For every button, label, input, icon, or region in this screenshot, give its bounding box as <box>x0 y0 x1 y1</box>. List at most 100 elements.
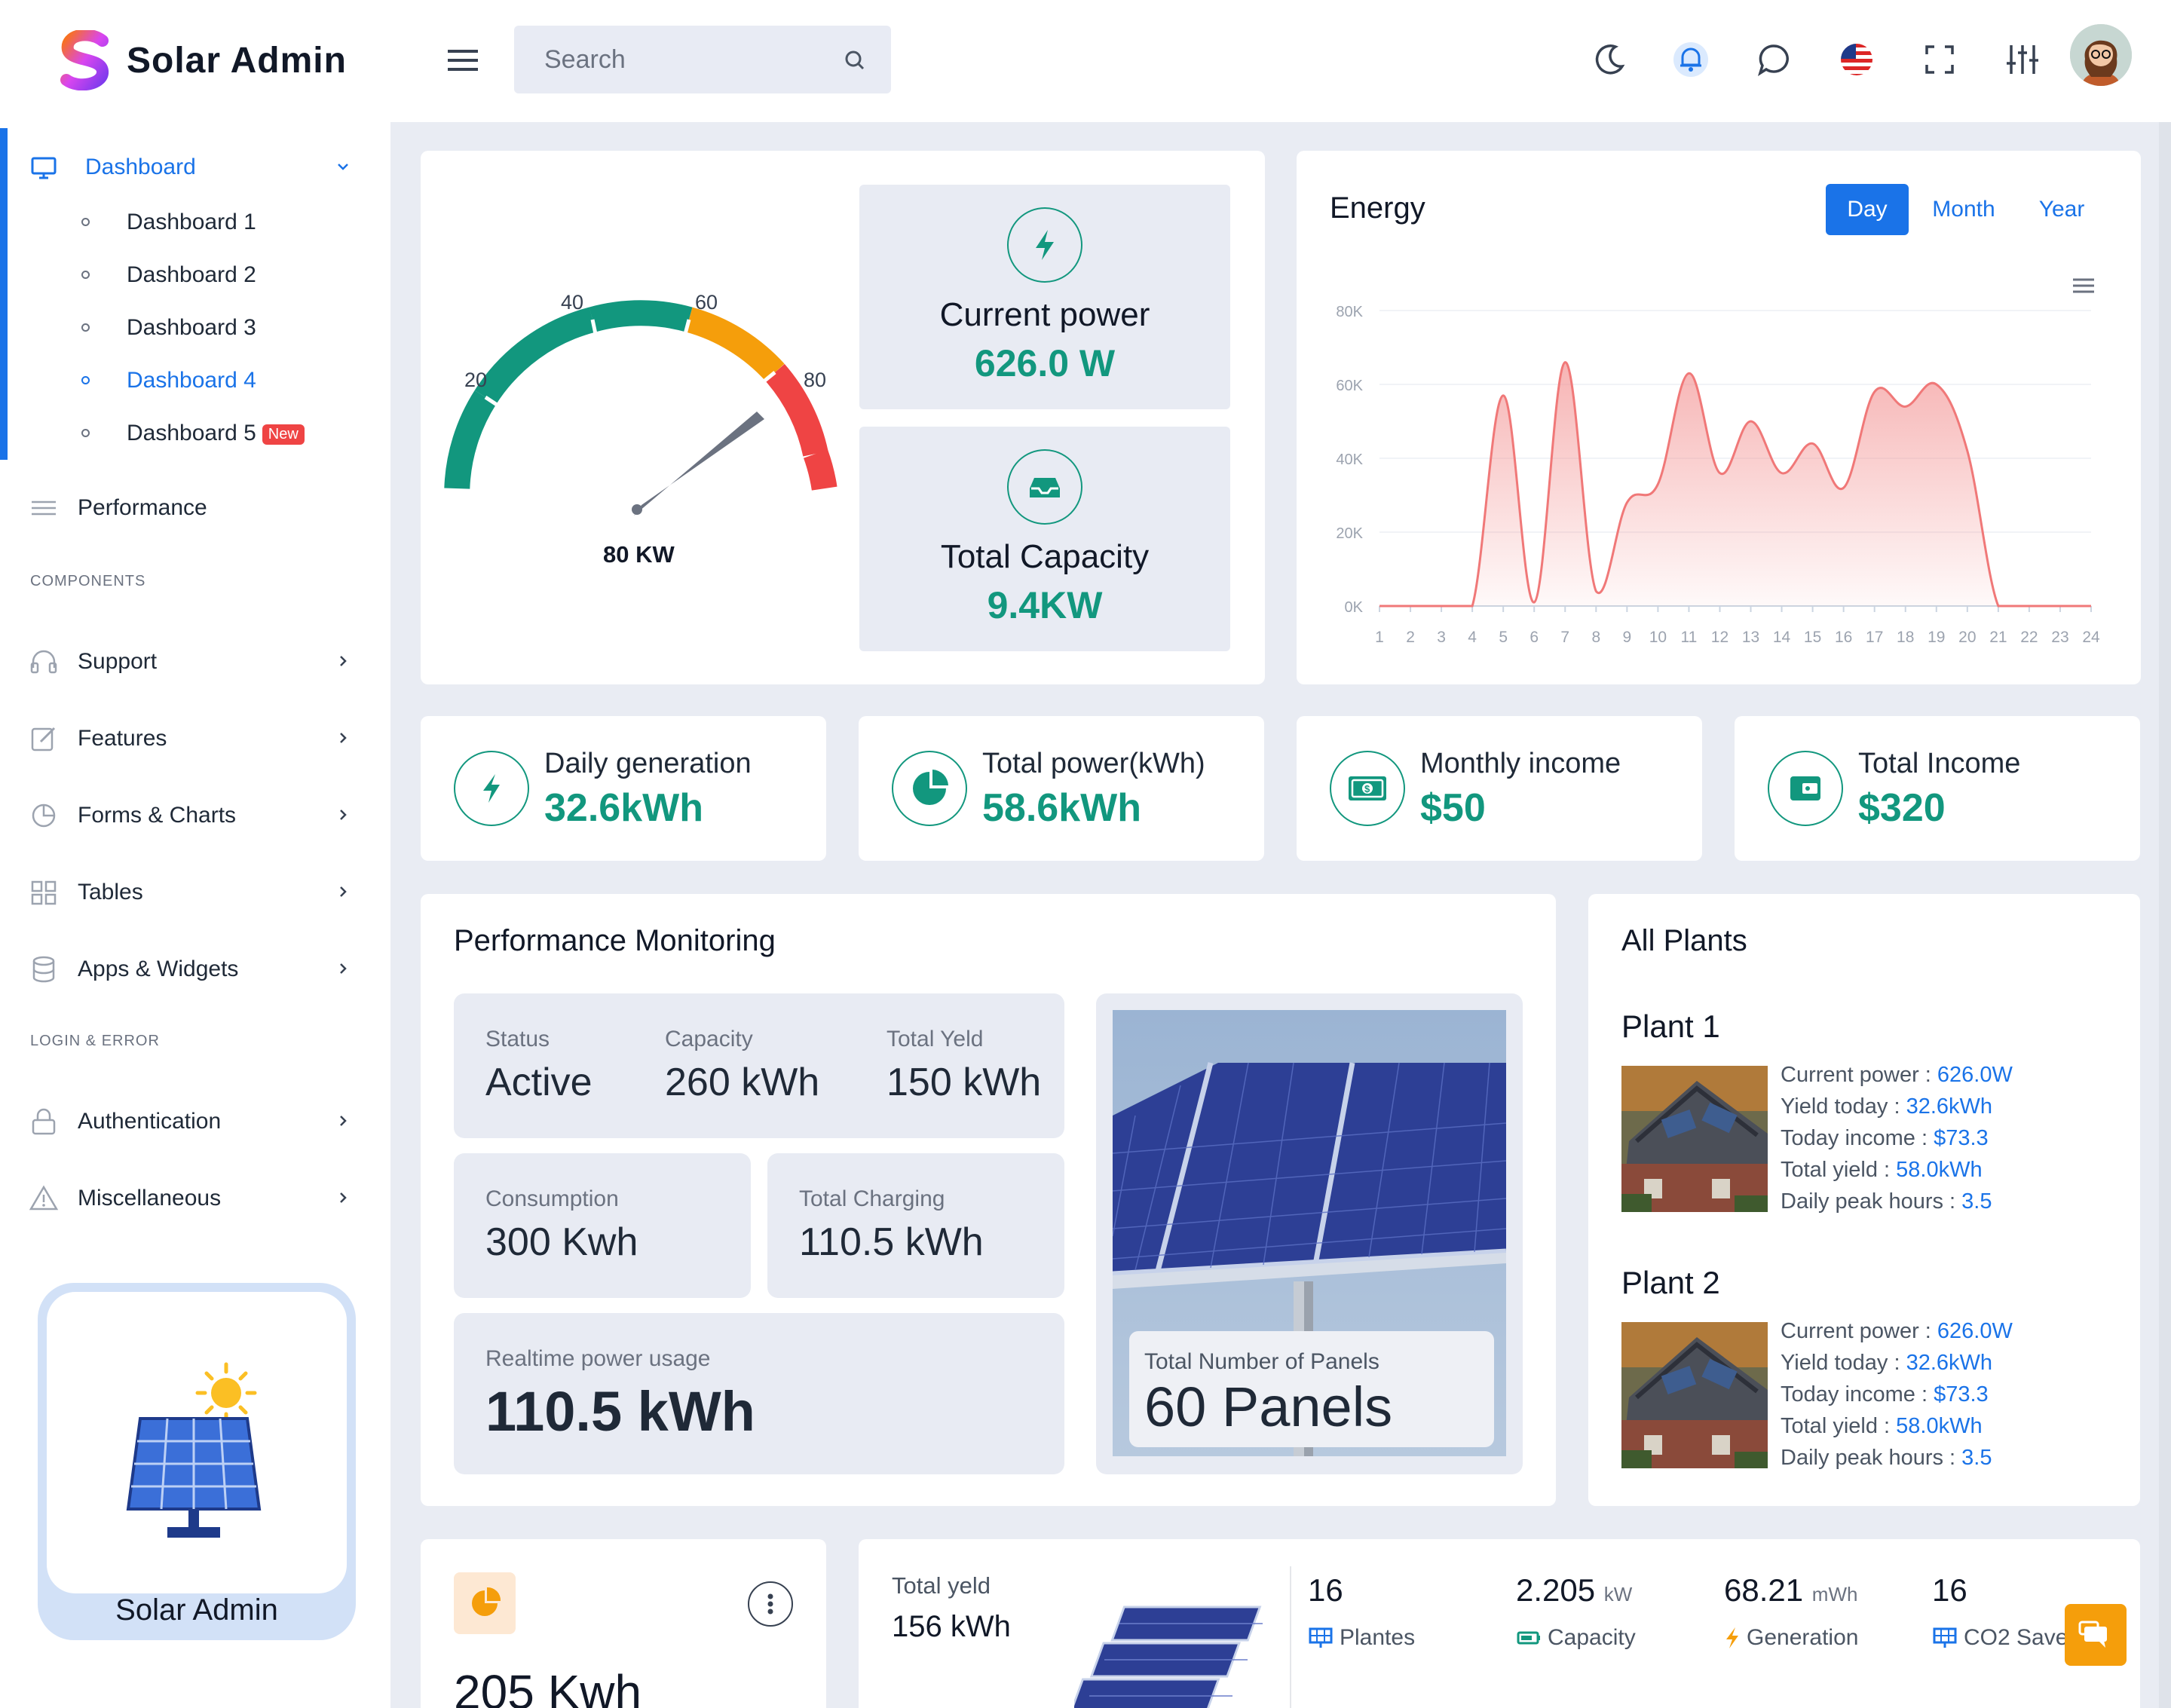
stat-value: 32.6kWh <box>544 786 703 830</box>
sidebar-item-performance[interactable]: Performance <box>0 485 390 531</box>
status-value: Active <box>485 1061 593 1104</box>
bell-icon[interactable] <box>1672 41 1710 78</box>
all-plants-title: All Plants <box>1621 924 1747 957</box>
energy-summary-value: 205 Kwh <box>454 1665 642 1708</box>
plant-name[interactable]: Plant 1 <box>1621 1009 1720 1045</box>
performance-title: Performance Monitoring <box>454 924 776 957</box>
svg-text:$: $ <box>1364 783 1370 794</box>
more-options-icon[interactable] <box>748 1581 793 1627</box>
sidebar-item-tables[interactable]: Tables <box>0 870 390 915</box>
capacity-value: 260 kWh <box>665 1061 820 1104</box>
y-tick-label: 0K <box>1345 599 1364 616</box>
pie-icon <box>892 751 967 826</box>
bolt-icon <box>1726 1627 1738 1648</box>
search-input[interactable] <box>544 44 823 75</box>
search-icon[interactable] <box>840 45 870 75</box>
stat-value: $50 <box>1420 786 1486 830</box>
gauge-value-label: 80 KW <box>603 541 675 568</box>
cash-icon: $ <box>1330 751 1405 826</box>
chat-fab[interactable] <box>2065 1604 2127 1666</box>
sidebar-item-miscellaneous[interactable]: Miscellaneous <box>0 1176 390 1221</box>
charging-label: Total Charging <box>799 1186 945 1211</box>
metric-value: 68.21 mWh <box>1724 1572 1858 1608</box>
sidebar-item-authentication[interactable]: Authentication <box>0 1099 390 1144</box>
gauge-tick-label: 80 <box>804 369 826 391</box>
metric-co2: CO2 Saved <box>1932 1625 2081 1651</box>
promo-card: Solar Admin <box>38 1283 356 1640</box>
grid-icon <box>29 877 59 908</box>
x-tick-label: 12 <box>1711 629 1729 646</box>
hamburger-menu-icon[interactable] <box>446 45 479 75</box>
chevron-right-icon <box>332 803 354 826</box>
stat-label: Monthly income <box>1420 748 1621 779</box>
sidebar-item-features[interactable]: Features <box>0 716 390 761</box>
sidebar-item-forms-charts[interactable]: Forms & Charts <box>0 793 390 838</box>
gauge-card: 20 40 60 80 80 KW Current power 626.0 W … <box>421 151 1265 684</box>
energy-summary-card: 205 Kwh <box>421 1539 826 1708</box>
total-yield-value: 156 kWh <box>892 1610 1011 1643</box>
fullscreen-icon[interactable] <box>1921 41 1958 78</box>
panels-count-box: Total Number of Panels 60 Panels <box>1129 1331 1494 1447</box>
y-tick-label: 40K <box>1336 451 1363 468</box>
plant-stat: Total yield : 58.0kWh <box>1781 1414 1983 1438</box>
bullet-icon <box>81 429 90 437</box>
sidebar-item-apps-widgets[interactable]: Apps & Widgets <box>0 947 390 992</box>
solar-array-image <box>1074 1605 1263 1708</box>
promo-illustration <box>47 1292 347 1593</box>
x-tick-label: 16 <box>1835 629 1852 646</box>
x-tick-label: 23 <box>2051 629 2068 646</box>
avatar[interactable] <box>2070 24 2132 86</box>
current-power-tile: Current power 626.0 W <box>859 185 1230 409</box>
x-tick-label: 15 <box>1804 629 1821 646</box>
realtime-label: Realtime power usage <box>485 1346 711 1371</box>
stat-card-total-power: Total power(kWh) 58.6kWh <box>859 716 1264 861</box>
bolt-icon <box>454 751 529 826</box>
sidebar-item-support[interactable]: Support <box>0 639 390 684</box>
plant-name[interactable]: Plant 2 <box>1621 1265 1720 1301</box>
page-scrollbar[interactable] <box>2159 122 2171 1708</box>
yield-value: 150 kWh <box>886 1061 1042 1104</box>
stat-value: $320 <box>1858 786 1946 830</box>
top-header: Solar Admin <box>0 0 2171 122</box>
total-yield-label: Total yeld <box>892 1572 991 1599</box>
section-label-components: COMPONENTS <box>30 573 146 589</box>
consumption-tile: Consumption 300 Kwh <box>454 1153 751 1298</box>
panels-tile: Total Number of Panels 60 Panels <box>1096 993 1523 1474</box>
realtime-tile: Realtime power usage 110.5 kWh <box>454 1313 1064 1474</box>
sidebar-item-dashboard[interactable]: Dashboard <box>0 145 390 190</box>
sidebar-item-label: Dashboard <box>85 155 196 179</box>
total-capacity-label: Total Capacity <box>940 538 1150 575</box>
plant-stat: Current power : 626.0W <box>1781 1063 2013 1087</box>
sidebar-item-label: Apps & Widgets <box>78 957 239 981</box>
brand-name: Solar Admin <box>127 40 347 81</box>
x-tick-label: 2 <box>1406 629 1415 646</box>
x-tick-label: 13 <box>1742 629 1759 646</box>
performance-card: Performance Monitoring Status Active Cap… <box>421 894 1556 1506</box>
metric-capacity: Capacity <box>1516 1625 1636 1651</box>
stat-label: Daily generation <box>544 748 752 779</box>
sidebar-subitem-label: Dashboard 1 <box>127 210 256 234</box>
solar-panel-icon <box>1933 1627 1957 1648</box>
metric-generation: Generation <box>1724 1625 1858 1651</box>
plant-stat: Yield today : 32.6kWh <box>1781 1094 1993 1119</box>
x-tick-label: 17 <box>1866 629 1883 646</box>
energy-area-chart: 0K20K40K60K80K 1 2 3 4 5 6 7 8 9 10 11 12 13 14 15 16 17… <box>1336 304 2100 646</box>
sliders-icon[interactable] <box>2004 41 2041 78</box>
moon-icon[interactable] <box>1591 41 1628 78</box>
chevron-right-icon <box>332 957 354 980</box>
brand[interactable]: Solar Admin <box>59 30 347 90</box>
sidebar-subitem-label: Dashboard 4 <box>127 368 256 393</box>
brand-logo-icon <box>60 30 109 90</box>
sidebar-item-label: Features <box>78 726 167 751</box>
us-flag-icon[interactable] <box>1838 41 1876 78</box>
gauge-tick-label: 60 <box>695 291 718 314</box>
headphones-icon <box>29 647 59 677</box>
current-power-label: Current power <box>939 296 1150 333</box>
y-tick-label: 80K <box>1336 304 1363 320</box>
chevron-right-icon <box>332 727 354 749</box>
chat-icon[interactable] <box>1755 41 1793 78</box>
sidebar-item-label: Miscellaneous <box>78 1186 222 1211</box>
sidebar-item-label: Forms & Charts <box>78 803 237 828</box>
x-tick-label: 3 <box>1437 629 1446 646</box>
charging-tile: Total Charging 110.5 kWh <box>767 1153 1064 1298</box>
